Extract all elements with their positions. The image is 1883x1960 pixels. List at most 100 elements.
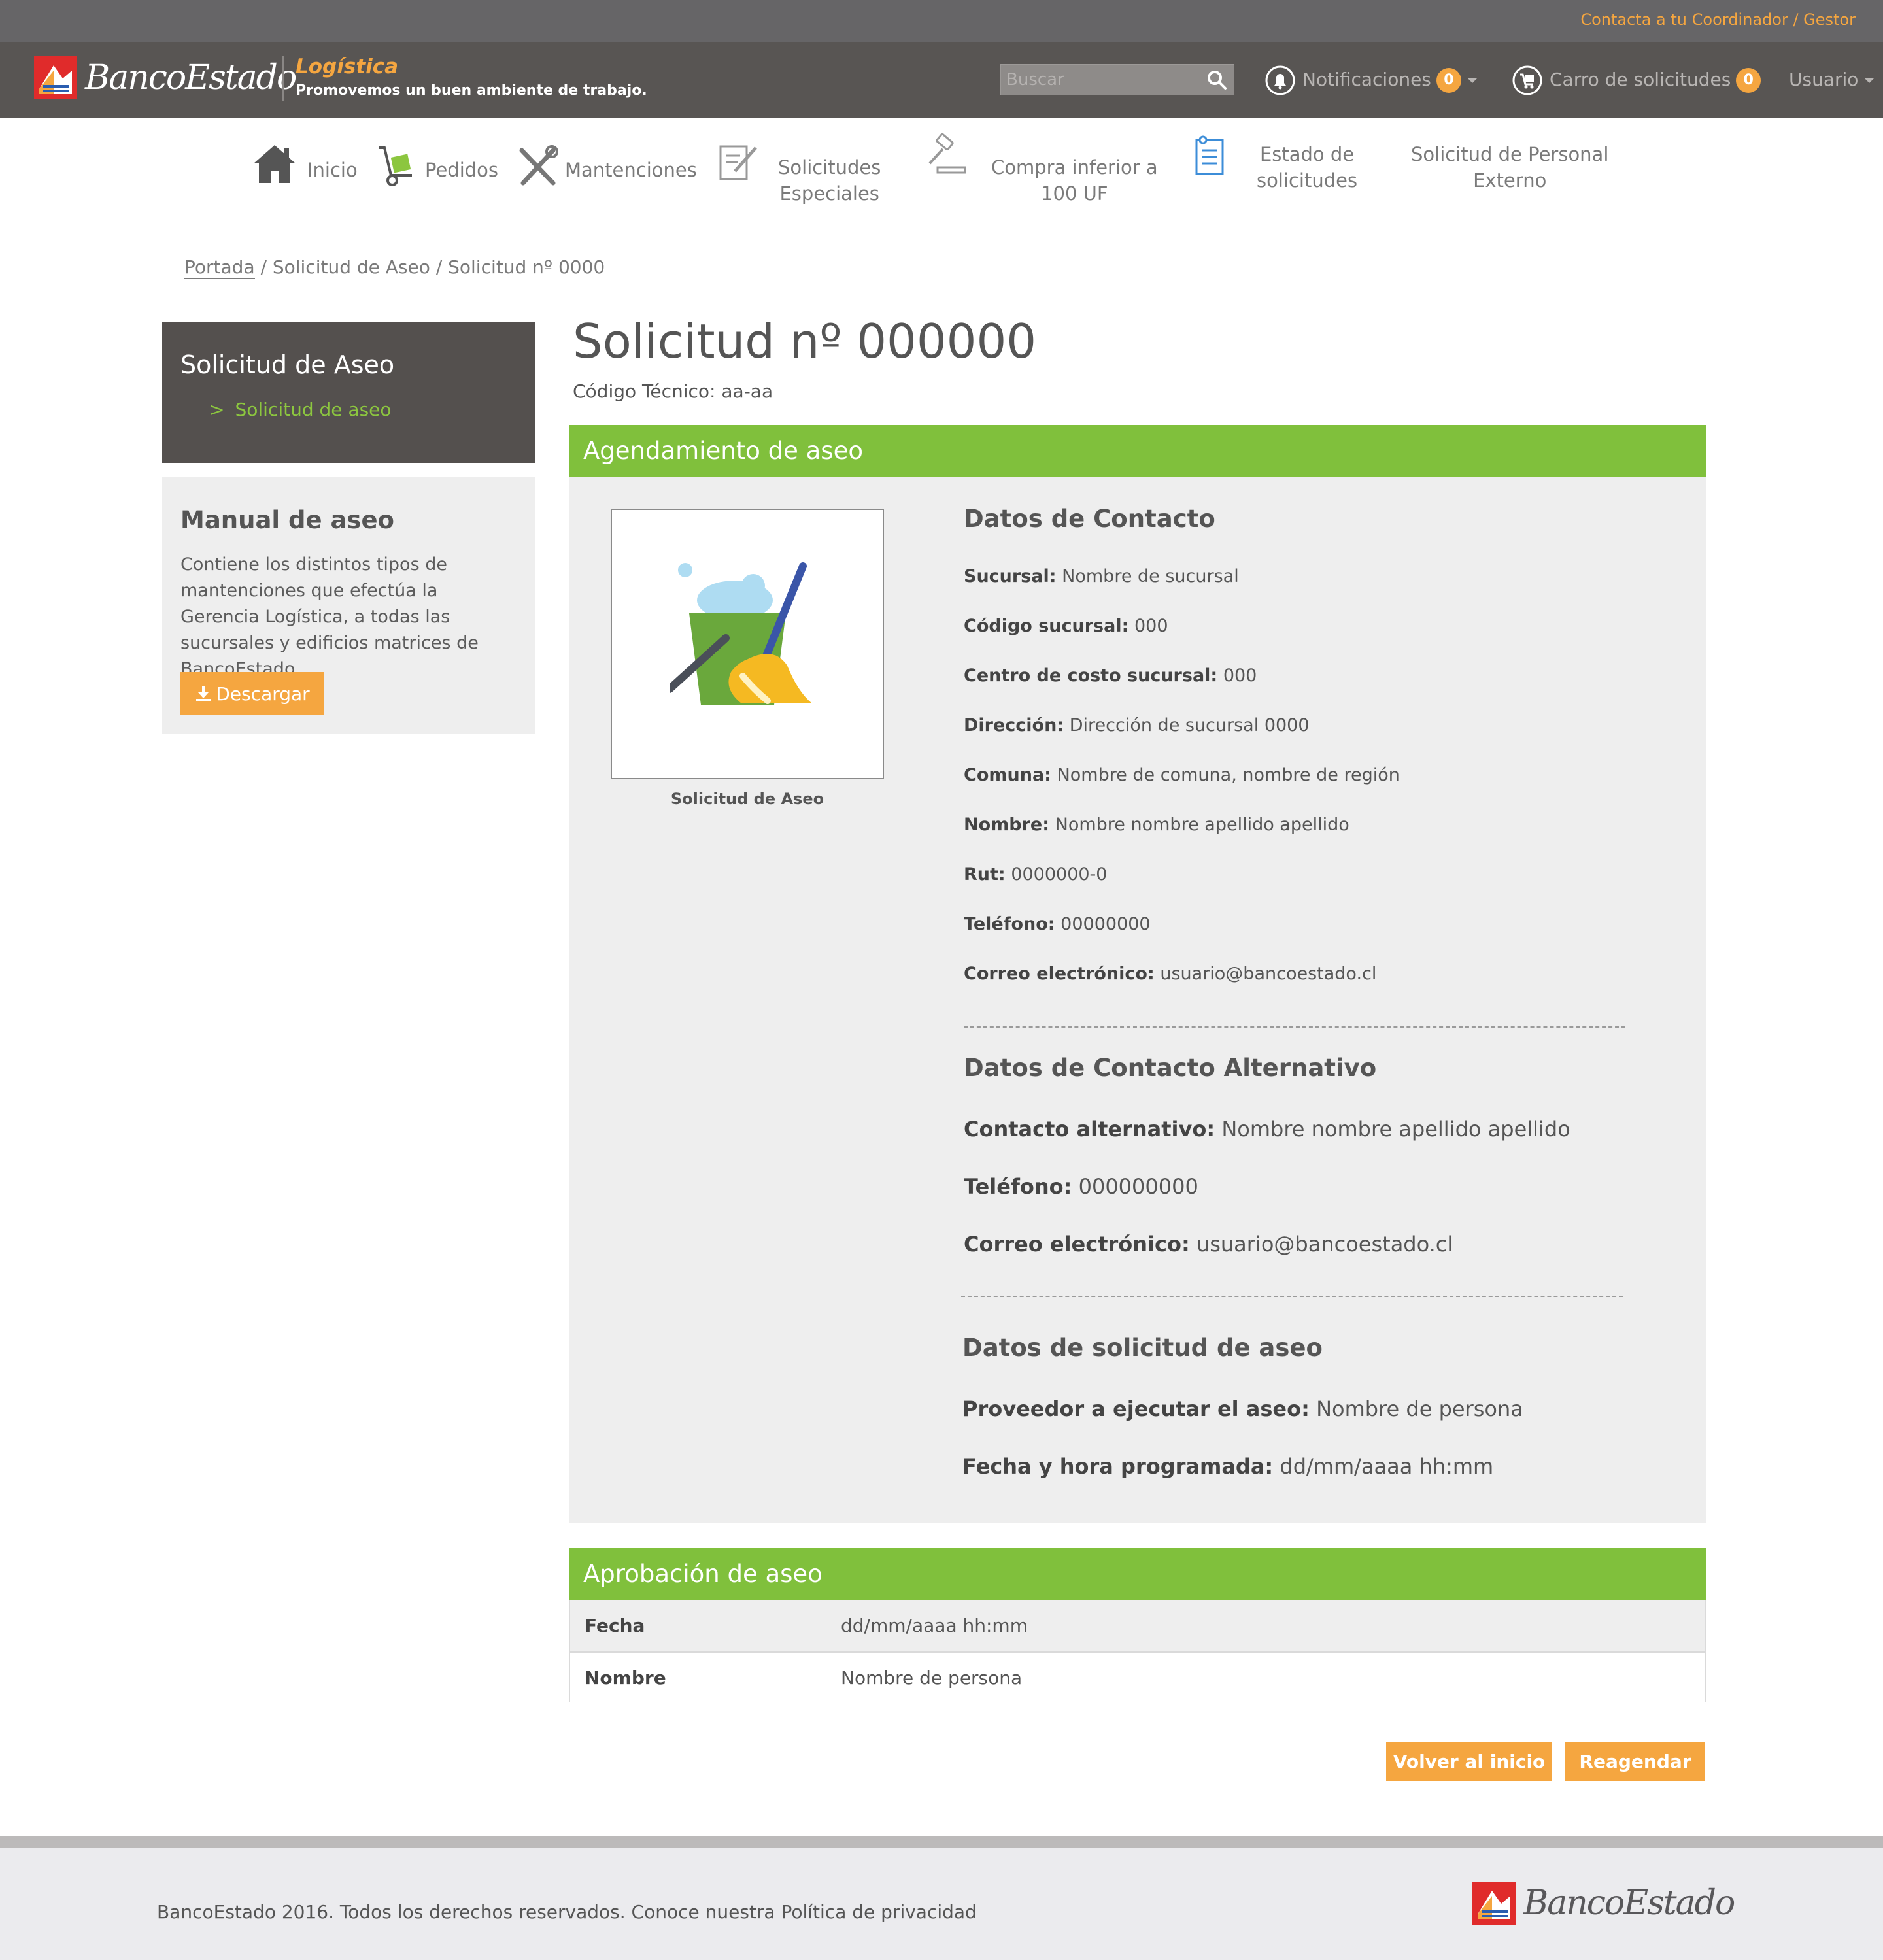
aseo-data-heading: Datos de solicitud de aseo (962, 1334, 1323, 1362)
user-menu[interactable]: Usuario (1789, 61, 1875, 98)
contact-heading: Datos de Contacto (964, 505, 1215, 533)
manual-box: Manual de aseo Contiene los distintos ti… (162, 477, 535, 734)
nav-label-line: Solicitudes (778, 156, 881, 178)
nav-label-line: Compra inferior a (991, 156, 1158, 178)
manual-description: Contiene los distintos tipos de mantenci… (180, 554, 479, 679)
section-title: Logística (296, 55, 399, 78)
alt-contact-row-telefono: Teléfono: 000000000 (964, 1174, 1198, 1199)
search-box (1000, 64, 1234, 95)
contact-row-direccion: Dirección: Dirección de sucursal 0000 (964, 715, 1310, 735)
cart-menu[interactable]: Carro de solicitudes 0 (1512, 61, 1761, 98)
table-cell-key: Nombre (585, 1667, 666, 1689)
bell-icon (1265, 65, 1295, 95)
cart-icon (1512, 65, 1542, 95)
contact-row-comuna: Comuna: Nombre de comuna, nombre de regi… (964, 765, 1400, 785)
field-key: Contacto alternativo: (964, 1117, 1215, 1141)
nav-label-compra-inferior: Compra inferior a 100 UF (991, 154, 1158, 207)
header-divider (282, 56, 284, 101)
field-key: Fecha y hora programada: (962, 1454, 1274, 1479)
sidebar-item-solicitud-aseo[interactable]: > Solicitud de aseo (209, 399, 392, 420)
service-image (611, 509, 884, 779)
table-row: Fecha dd/mm/aaaa hh:mm (570, 1600, 1705, 1651)
field-value: Nombre de comuna, nombre de región (1057, 765, 1400, 785)
contact-row-nombre: Nombre: Nombre nombre apellido apellido (964, 815, 1349, 835)
field-key: Teléfono: (964, 1174, 1072, 1199)
field-key: Comuna: (964, 765, 1051, 785)
page-title: Solicitud nº 000000 (573, 314, 1037, 369)
field-value: Nombre de persona (1316, 1396, 1523, 1421)
field-key: Correo electrónico: (964, 1232, 1190, 1257)
search-input[interactable] (1001, 65, 1191, 95)
field-value: 00000000 (1060, 914, 1151, 934)
user-label: Usuario (1789, 69, 1859, 90)
sidebar-item-label: Solicitud de aseo (235, 399, 392, 420)
field-key: Rut: (964, 864, 1006, 885)
header: BancoEstado Logística Promovemos un buen… (0, 42, 1883, 118)
bancoestado-logo-icon[interactable] (1472, 1882, 1516, 1925)
nav-label-estado-solicitudes: Estado de solicitudes (1257, 141, 1357, 194)
nav-label-line: Externo (1473, 169, 1547, 192)
hand-truck-icon (379, 146, 412, 186)
aseo-row-fecha: Fecha y hora programada: dd/mm/aaaa hh:m… (962, 1454, 1493, 1479)
notifications-badge: 0 (1436, 68, 1461, 93)
footer-brand[interactable]: BancoEstado (1523, 1882, 1735, 1925)
reschedule-button[interactable]: Reagendar (1565, 1742, 1705, 1781)
field-value: dd/mm/aaaa hh:mm (1280, 1454, 1494, 1479)
contact-row-correo: Correo electrónico: usuario@bancoestado.… (964, 964, 1376, 984)
agendamiento-panel: Solicitud de Aseo Datos de Contacto Sucu… (569, 477, 1706, 1523)
tools-icon (519, 145, 558, 186)
breadcrumb: Portada / Solicitud de Aseo / Solicitud … (184, 256, 605, 279)
nav-label-personal-externo: Solicitud de Personal Externo (1411, 141, 1608, 194)
nav-label-pedidos: Pedidos (425, 159, 499, 181)
gavel-icon (928, 133, 966, 174)
notifications-label: Notificaciones (1302, 69, 1431, 90)
email-link[interactable]: usuario@bancoestado.cl (1160, 964, 1376, 984)
nav-label-mantenciones: Mantenciones (565, 159, 697, 181)
table-row: Nombre Nombre de persona (570, 1651, 1705, 1702)
sidebar-menu-title: Solicitud de Aseo (180, 350, 395, 379)
section-divider (964, 1026, 1625, 1028)
nav-label-solicitudes-especiales: Solicitudes Especiales (778, 154, 881, 207)
aseo-row-proveedor: Proveedor a ejecutar el aseo: Nombre de … (962, 1396, 1523, 1421)
footer: BancoEstado 2016. Todos los derechos res… (0, 1848, 1883, 1960)
clipboard-list-icon (1195, 135, 1224, 175)
field-value: 0000000-0 (1011, 864, 1108, 885)
sidebar-menu: Solicitud de Aseo > Solicitud de aseo (162, 322, 535, 463)
table-cell-key: Fecha (585, 1615, 645, 1636)
field-value: Nombre nombre apellido apellido (1221, 1117, 1570, 1141)
image-caption: Solicitud de Aseo (670, 790, 824, 808)
contact-row-rut: Rut: 0000000-0 (964, 864, 1107, 885)
field-value: Nombre de sucursal (1062, 566, 1239, 586)
brand-name[interactable]: BancoEstado (85, 56, 297, 99)
nav-label-line: Solicitud de Personal (1411, 143, 1609, 165)
download-button[interactable]: Descargar (180, 672, 324, 715)
contact-coordinator-link[interactable]: Contacta a tu Coordinador / Gestor (1580, 0, 1856, 42)
table-cell-value: Nombre de persona (841, 1667, 1023, 1689)
nav-label-line: Estado de (1259, 143, 1355, 165)
field-key: Nombre: (964, 815, 1050, 835)
download-icon (196, 686, 211, 701)
notifications-menu[interactable]: Notificaciones 0 (1264, 61, 1477, 98)
nav-label-inicio: Inicio (307, 159, 358, 181)
contact-row-sucursal: Sucursal: Nombre de sucursal (964, 566, 1239, 586)
contact-row-codigo: Código sucursal: 000 (964, 616, 1168, 636)
search-icon[interactable] (1206, 69, 1227, 90)
alt-contact-row-correo: Correo electrónico: usuario@bancoestado.… (964, 1232, 1453, 1257)
field-value: Nombre nombre apellido apellido (1055, 815, 1349, 835)
field-key: Correo electrónico: (964, 964, 1155, 984)
alt-contact-heading: Datos de Contacto Alternativo (964, 1054, 1377, 1082)
nav-label-line: solicitudes (1257, 169, 1358, 192)
back-home-button[interactable]: Volver al inicio (1386, 1742, 1552, 1781)
bancoestado-logo-icon[interactable] (34, 56, 77, 99)
section-slogan: Promovemos un buen ambiente de trabajo. (296, 82, 647, 99)
top-strip: Contacta a tu Coordinador / Gestor (0, 0, 1883, 42)
field-key: Centro de costo sucursal: (964, 666, 1218, 686)
email-link[interactable]: usuario@bancoestado.cl (1196, 1232, 1453, 1257)
field-value: 000000000 (1078, 1174, 1198, 1199)
technical-code: Código Técnico: aa-aa (573, 380, 773, 402)
contact-row-telefono: Teléfono: 00000000 (964, 914, 1151, 934)
approval-table: Fecha dd/mm/aaaa hh:mm Nombre Nombre de … (569, 1600, 1706, 1702)
table-cell-value: dd/mm/aaaa hh:mm (841, 1615, 1028, 1636)
chevron-down-icon (1467, 78, 1477, 83)
breadcrumb-home-link[interactable]: Portada (184, 256, 255, 279)
